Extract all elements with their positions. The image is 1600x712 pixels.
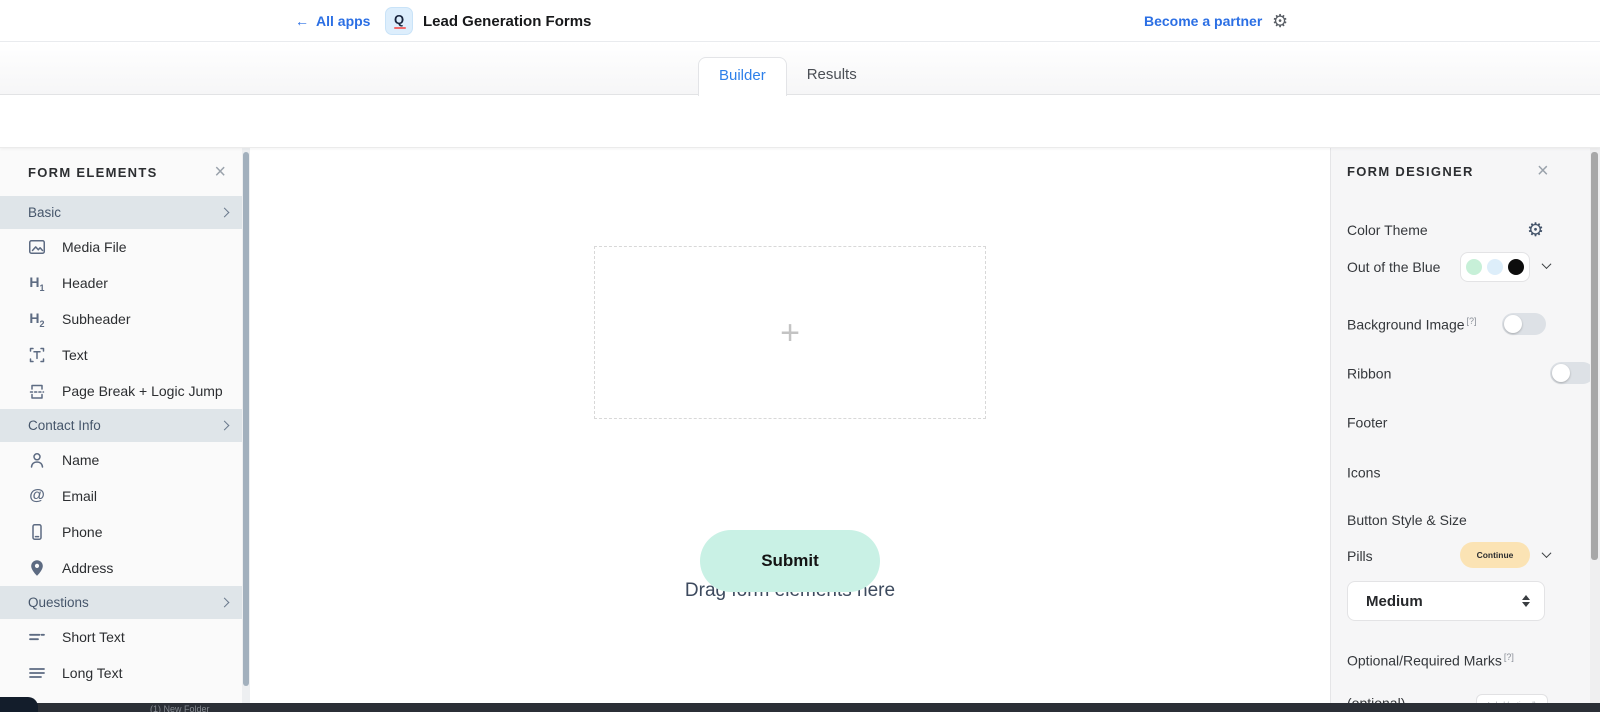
theme-settings-gear-icon[interactable]: ⚙ xyxy=(1527,219,1544,242)
button-style-preview[interactable]: Continue xyxy=(1460,542,1530,568)
app-title: Lead Generation Forms xyxy=(423,0,591,42)
form-element-email[interactable]: @ Email xyxy=(0,478,242,514)
color-theme-label: Color Theme xyxy=(1347,222,1428,238)
phone-icon xyxy=(26,522,48,542)
tab-builder[interactable]: Builder xyxy=(698,57,787,96)
section-contact-info[interactable]: Contact Info xyxy=(0,409,242,442)
form-element-text[interactable]: Text xyxy=(0,337,242,373)
form-canvas: + Drag form elements here Submit xyxy=(250,148,1330,712)
left-panel-scrollbar-thumb[interactable] xyxy=(243,152,249,686)
theme-swatch-selector[interactable] xyxy=(1460,252,1530,282)
background-image-label: Background Image[?] xyxy=(1347,316,1477,333)
media-file-icon xyxy=(26,237,48,257)
close-icon[interactable]: × xyxy=(214,162,226,182)
button-size-select[interactable]: Medium xyxy=(1347,581,1545,621)
person-icon xyxy=(26,450,48,470)
short-text-icon xyxy=(26,627,48,647)
form-element-media-file[interactable]: Media File xyxy=(0,229,242,265)
help-icon: [?] xyxy=(1467,316,1477,326)
form-element-long-text[interactable]: Long Text xyxy=(0,655,242,691)
page-break-icon xyxy=(26,381,48,401)
theme-swatch-black xyxy=(1508,259,1524,275)
background-window-text: (1) New Folder xyxy=(150,704,210,712)
close-icon[interactable]: × xyxy=(1537,161,1549,181)
button-style-value: Pills xyxy=(1347,548,1373,564)
theme-name: Out of the Blue xyxy=(1347,259,1440,275)
at-sign-icon: @ xyxy=(26,487,48,505)
submit-button-preview[interactable]: Submit xyxy=(700,530,880,592)
form-element-phone[interactable]: Phone xyxy=(0,514,242,550)
subheader-h2-icon: H2 xyxy=(26,310,48,329)
section-basic[interactable]: Basic xyxy=(0,196,242,229)
theme-swatch-lightblue xyxy=(1487,259,1503,275)
form-elements-title: FORM ELEMENTS xyxy=(28,165,214,180)
button-style-dropdown-chevron-icon[interactable] xyxy=(1542,548,1552,558)
form-elements-header: FORM ELEMENTS × xyxy=(0,148,242,196)
form-element-page-break[interactable]: Page Break + Logic Jump xyxy=(0,373,242,409)
top-app-bar: ← All apps Q Lead Generation Forms Becom… xyxy=(0,0,1600,42)
settings-gear-icon[interactable]: ⚙ xyxy=(1272,0,1288,42)
app-logo-icon: Q xyxy=(385,7,413,35)
form-element-name[interactable]: Name xyxy=(0,442,242,478)
optional-required-marks-label: Optional/Required Marks[?] xyxy=(1347,652,1514,669)
ribbon-label: Ribbon xyxy=(1347,365,1393,382)
background-window-corner xyxy=(0,697,38,712)
select-updown-icon xyxy=(1522,595,1530,607)
plus-icon: + xyxy=(780,316,800,350)
chevron-right-icon xyxy=(220,208,230,218)
all-apps-link[interactable]: ← All apps xyxy=(295,0,370,42)
chevron-right-icon xyxy=(220,421,230,431)
builder-toolbar xyxy=(0,95,1600,148)
tab-results[interactable]: Results xyxy=(787,57,877,95)
button-style-size-label: Button Style & Size xyxy=(1347,512,1467,528)
location-pin-icon xyxy=(26,558,48,578)
text-icon xyxy=(26,345,48,365)
long-text-icon xyxy=(26,663,48,683)
form-element-address[interactable]: Address xyxy=(0,550,242,586)
right-scrollbar-thumb[interactable] xyxy=(1591,152,1598,560)
ribbon-toggle[interactable] xyxy=(1550,362,1594,384)
form-element-subheader[interactable]: H2 Subheader xyxy=(0,301,242,337)
background-image-toggle[interactable] xyxy=(1502,313,1546,335)
form-designer-panel: FORM DESIGNER × Color Theme ⚙ Out of the… xyxy=(1330,148,1590,712)
button-size-value: Medium xyxy=(1366,593,1522,610)
form-element-short-text[interactable]: Short Text xyxy=(0,619,242,655)
help-icon: [?] xyxy=(1504,652,1514,662)
chevron-right-icon xyxy=(220,598,230,608)
builder-results-tabs: Builder Results xyxy=(698,42,877,95)
icons-label: Icons xyxy=(1347,464,1382,481)
back-arrow-icon: ← xyxy=(295,13,309,29)
background-window-strip: (1) New Folder xyxy=(0,703,1600,712)
form-dropzone[interactable]: + xyxy=(594,246,986,419)
lead-generation-forms-app: ← All apps Q Lead Generation Forms Becom… xyxy=(0,0,1600,712)
header-h1-icon: H1 xyxy=(26,274,48,293)
become-partner-link[interactable]: Become a partner xyxy=(1144,0,1262,42)
section-questions[interactable]: Questions xyxy=(0,586,242,619)
theme-swatch-mint xyxy=(1466,259,1482,275)
theme-dropdown-chevron-icon[interactable] xyxy=(1542,259,1552,269)
form-element-header[interactable]: H1 Header xyxy=(0,265,242,301)
form-elements-panel: FORM ELEMENTS × Basic Media File H1 Head… xyxy=(0,148,242,712)
footer-label: Footer xyxy=(1347,414,1389,431)
form-designer-title: FORM DESIGNER xyxy=(1347,164,1474,179)
